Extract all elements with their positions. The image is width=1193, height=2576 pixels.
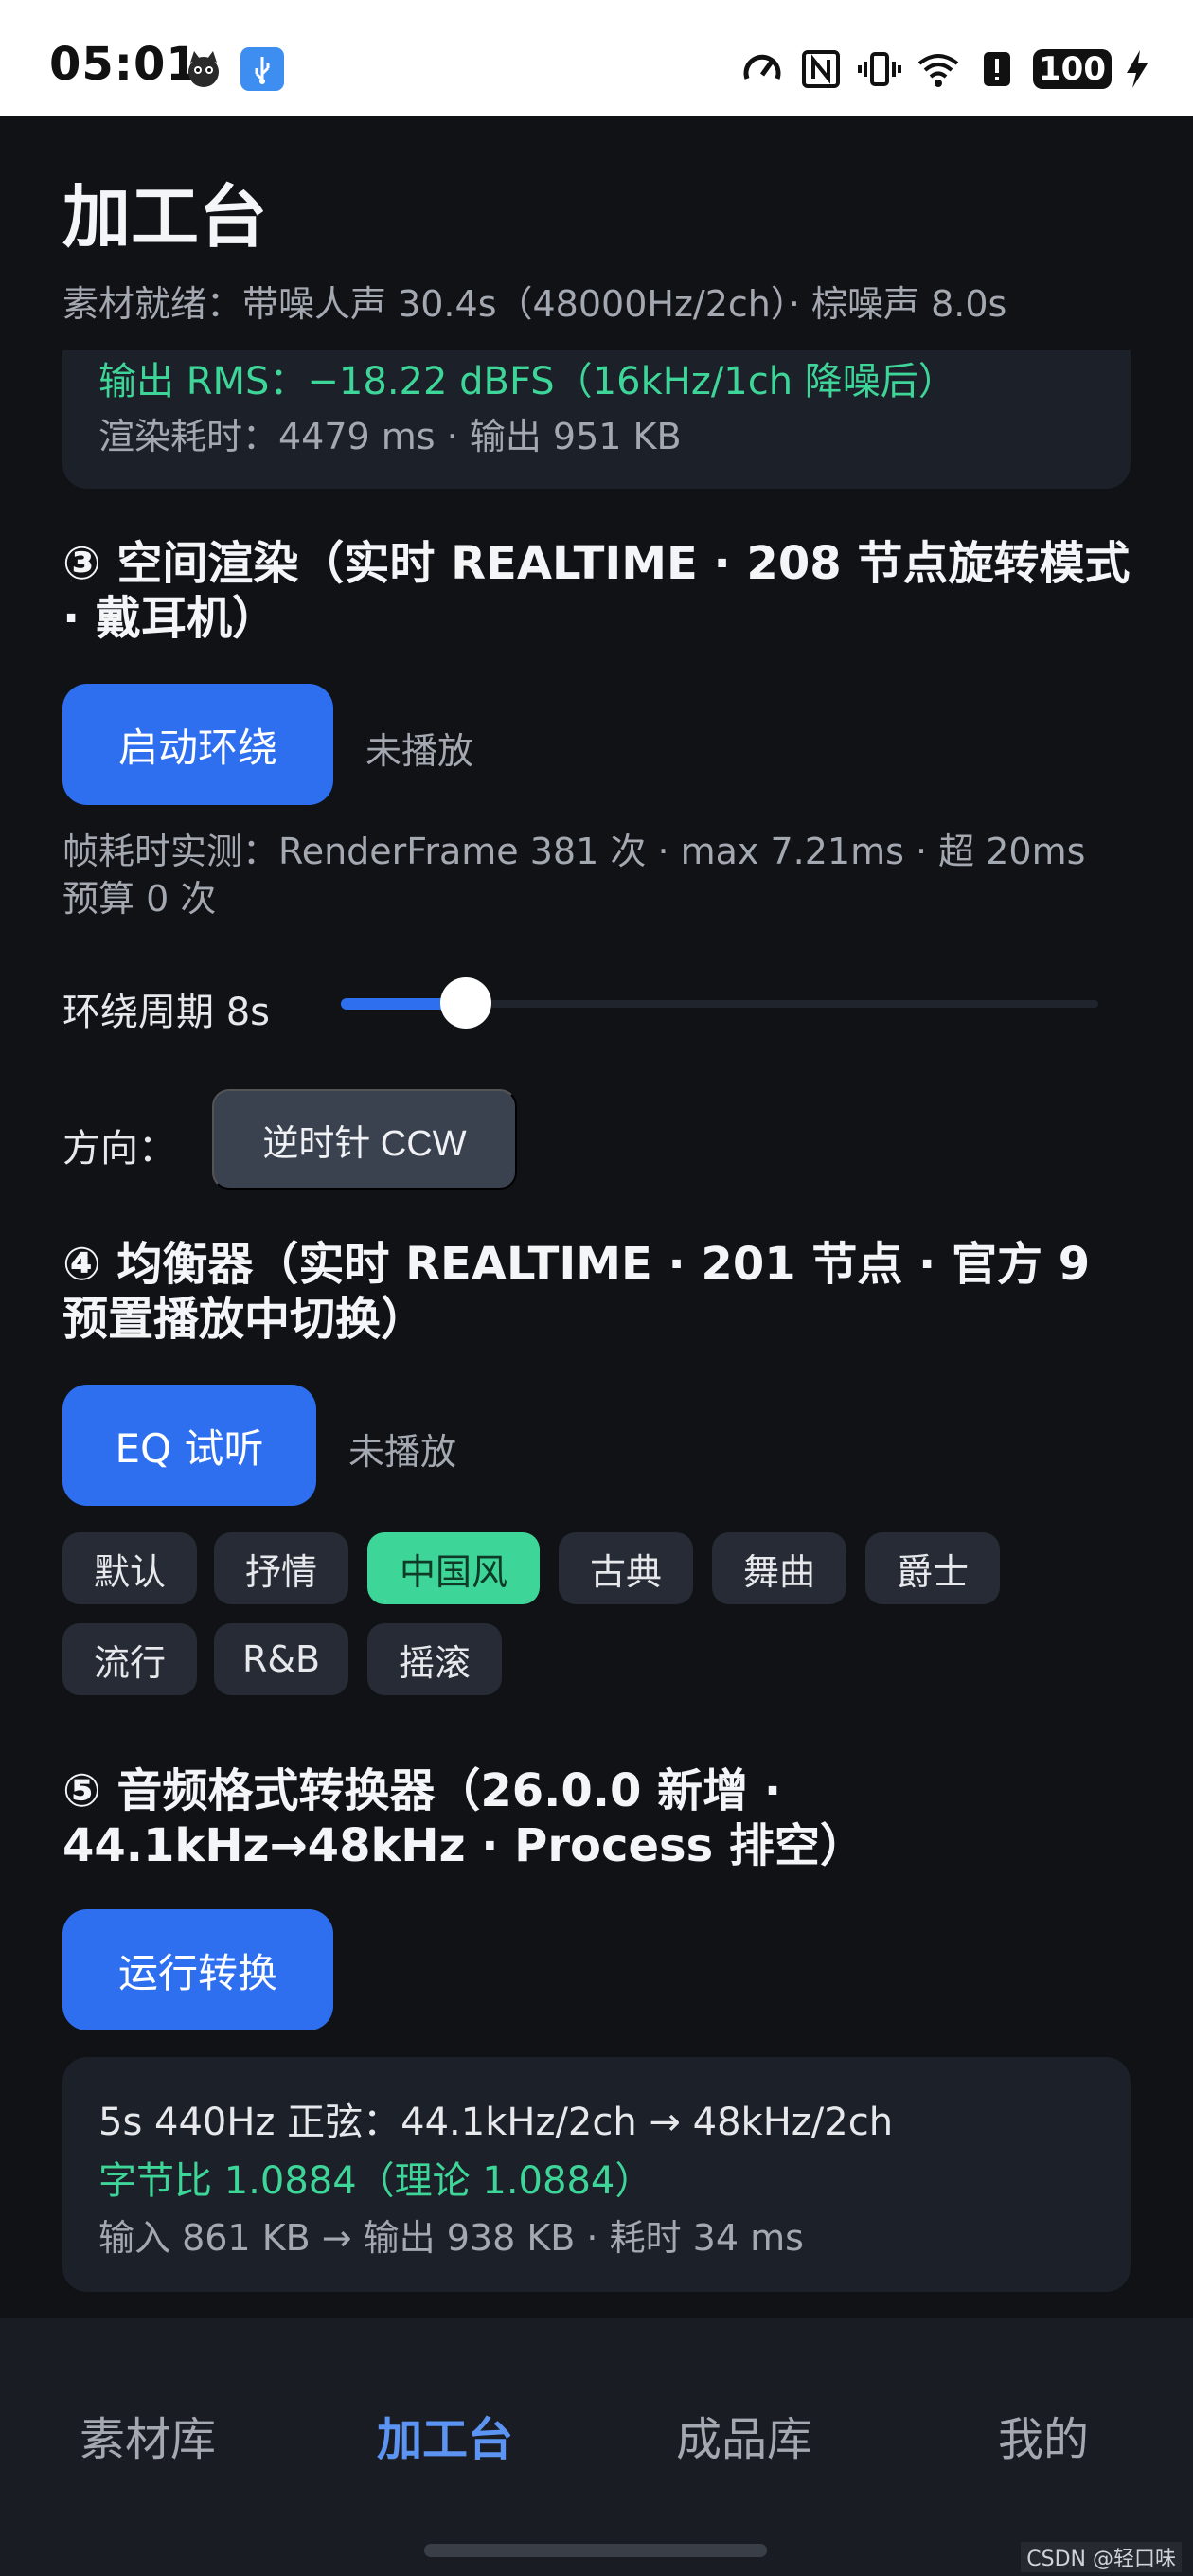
direction-label: 方向： — [62, 1127, 176, 1171]
nav-item-workbench[interactable]: 加工台 — [377, 2402, 513, 2468]
convert-result-card: 5s 440Hz 正弦：44.1kHz/2ch → 48kHz/2ch 字节比 … — [62, 2057, 1131, 2292]
frame-time-stats: 帧耗时实测：RenderFrame 381 次 · max 7.21ms · 超… — [62, 831, 1086, 920]
status-time: 05:01 — [49, 38, 199, 91]
eq-preset-chip[interactable]: R&B — [214, 1623, 348, 1695]
eq-preset-chip[interactable]: 默认 — [62, 1532, 197, 1604]
eq-preset-chip[interactable]: 舞曲 — [712, 1532, 846, 1604]
denoise-result-card: 输出 RMS：−18.22 dBFS（16kHz/1ch 降噪后） 渲染耗时：4… — [62, 350, 1131, 489]
home-indicator[interactable] — [424, 2544, 767, 2557]
convert-size-time: 输入 861 KB → 输出 938 KB · 耗时 34 ms — [98, 2217, 804, 2259]
speed-icon — [743, 54, 781, 80]
eq-preset-chip[interactable]: 摇滚 — [367, 1623, 502, 1695]
convert-input-info: 5s 440Hz 正弦：44.1kHz/2ch → 48kHz/2ch — [98, 2101, 894, 2144]
status-bar: 05:01 100 — [0, 0, 1193, 116]
section-converter-title: ⑤ 音频格式转换器（26.0.0 新增 · 44.1kHz→48kHz · Pr… — [62, 1764, 865, 1872]
watermark: CSDN @轻口味 — [1021, 2542, 1182, 2572]
eq-preset-chip[interactable]: 流行 — [62, 1623, 197, 1695]
nav-item-materials[interactable]: 素材库 — [80, 2402, 216, 2468]
eq-play-status: 未播放 — [348, 1431, 457, 1473]
alert-icon — [984, 52, 1011, 86]
cat-avatar-icon — [188, 51, 219, 87]
battery-icon: 100 — [1033, 49, 1112, 89]
bottom-nav: 素材库 加工台 成品库 我的 — [0, 2318, 1193, 2576]
material-status: 素材就绪：带噪人声 30.4s（48000Hz/2ch）· 棕噪声 8.0s — [62, 283, 1007, 325]
eq-preset-chip[interactable]: 爵士 — [865, 1532, 1000, 1604]
direction-button[interactable]: 逆时针 CCW — [212, 1089, 517, 1190]
start-surround-button[interactable]: 启动环绕 — [62, 684, 333, 805]
wifi-icon — [917, 54, 959, 87]
nav-item-products[interactable]: 成品库 — [676, 2402, 812, 2468]
section-spatial-title: ③ 空间渲染（实时 REALTIME · 208 节点旋转模式 · 戴耳机） — [62, 537, 1131, 645]
run-convert-button[interactable]: 运行转换 — [62, 1909, 333, 2030]
surround-period-label: 环绕周期 8s — [62, 991, 271, 1034]
slider-thumb[interactable] — [440, 977, 491, 1029]
nfc-icon — [802, 50, 841, 88]
eq-preset-chip[interactable]: 抒情 — [214, 1532, 348, 1604]
nav-item-me[interactable]: 我的 — [998, 2402, 1089, 2468]
page-title: 加工台 — [62, 177, 268, 257]
render-info: 渲染耗时：4479 ms · 输出 951 KB — [98, 416, 682, 457]
eq-preset-chip-active[interactable]: 中国风 — [367, 1532, 540, 1604]
surround-play-status: 未播放 — [365, 730, 474, 772]
vibrate-icon — [858, 52, 902, 86]
output-rms: 输出 RMS：−18.22 dBFS（16kHz/1ch 降噪后） — [98, 360, 956, 403]
usb-icon — [240, 47, 284, 91]
section-eq-title: ④ 均衡器（实时 REALTIME · 201 节点 · 官方 9 预置播放中切… — [62, 1238, 1091, 1346]
charging-icon — [1127, 50, 1148, 88]
byte-ratio: 字节比 1.0884（理论 1.0884） — [98, 2159, 653, 2203]
eq-preview-button[interactable]: EQ 试听 — [62, 1385, 316, 1506]
eq-preset-chip[interactable]: 古典 — [559, 1532, 693, 1604]
